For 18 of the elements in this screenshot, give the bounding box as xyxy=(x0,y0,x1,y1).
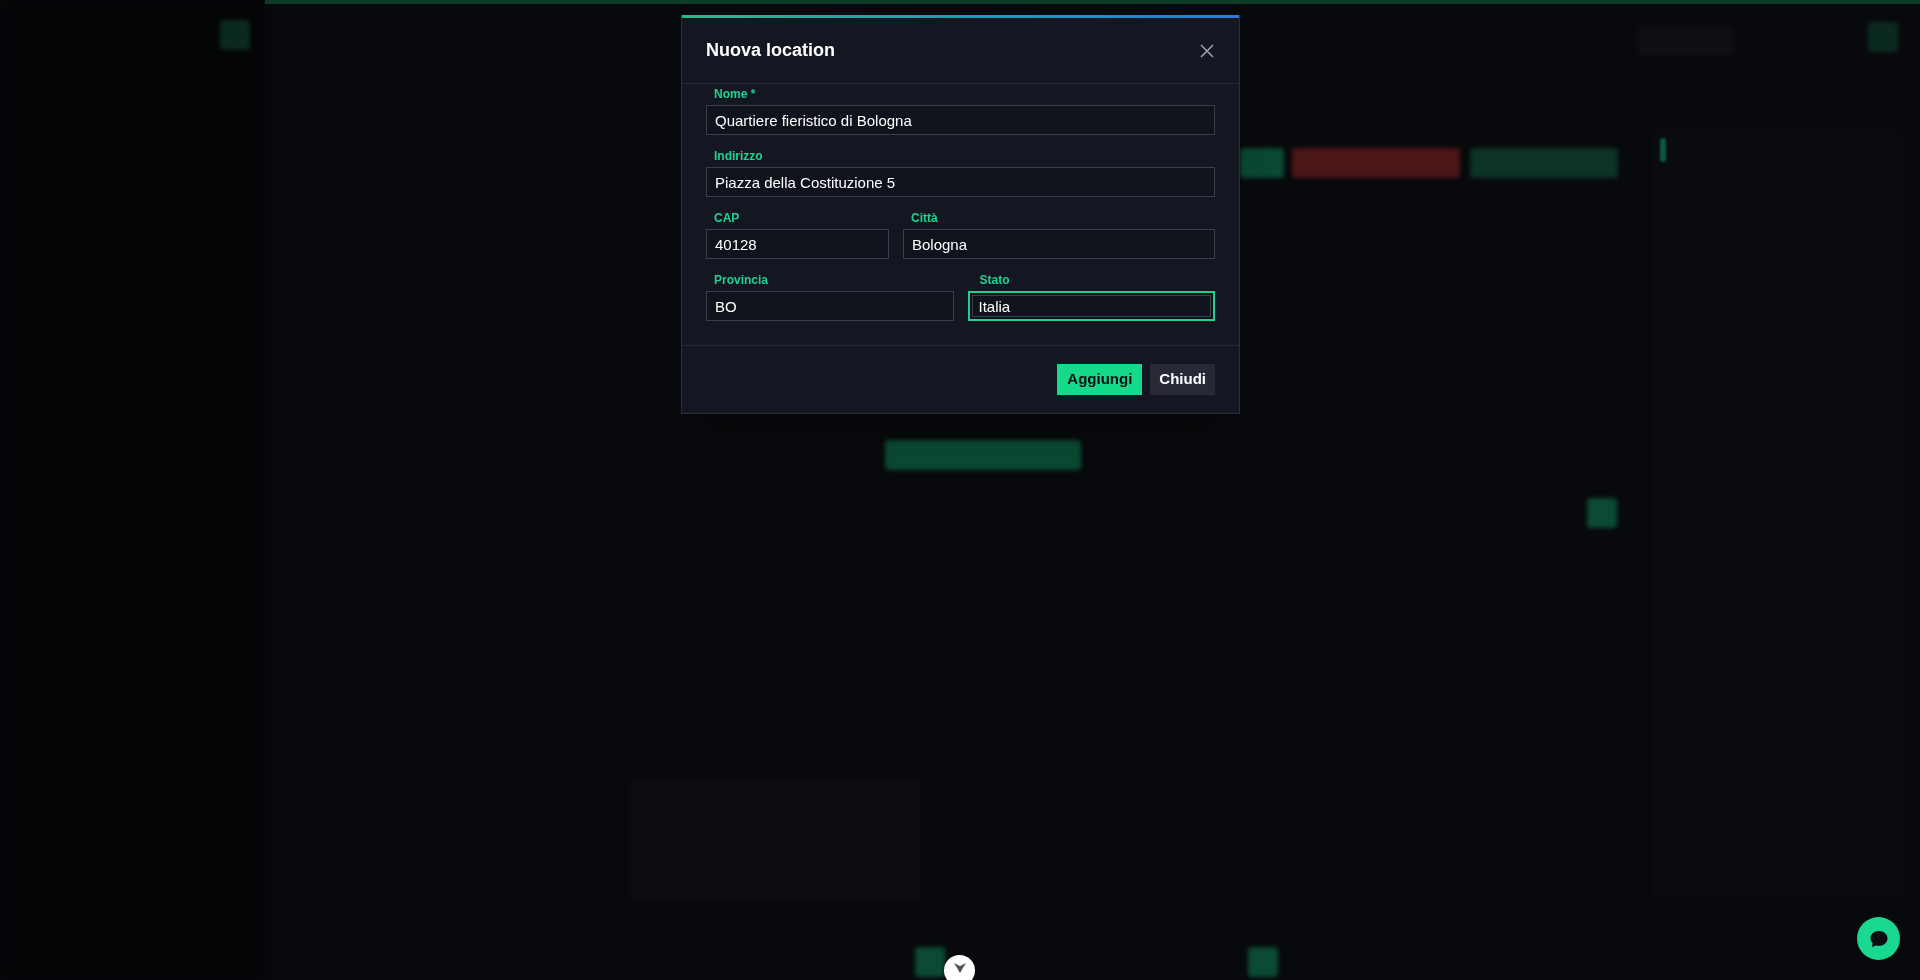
field-label: Città xyxy=(911,210,938,226)
field-label: Provincia xyxy=(714,272,769,288)
field-label: Stato xyxy=(979,272,1010,288)
chevron-down-icon xyxy=(953,963,966,973)
input-field[interactable]: Italia xyxy=(967,291,1215,321)
input-field[interactable]: Quartiere fieristico di Bologna xyxy=(706,105,1215,135)
close-icon[interactable] xyxy=(1199,42,1215,59)
input-field[interactable]: BO xyxy=(706,291,954,321)
field-label: Indirizzo xyxy=(714,148,763,164)
close-button[interactable]: Chiudi xyxy=(1150,364,1215,395)
input-field[interactable]: Bologna xyxy=(903,229,1215,259)
dialog-title: Nuova location xyxy=(706,39,835,62)
field-label: Nome * xyxy=(714,86,756,102)
add-button[interactable]: Aggiungi xyxy=(1057,364,1143,395)
field-label: CAP xyxy=(714,210,740,226)
input-field[interactable]: Piazza della Costituzione 5 xyxy=(706,167,1215,197)
input-field[interactable]: 40128 xyxy=(706,229,889,259)
chat-bubble-icon xyxy=(1868,928,1889,949)
